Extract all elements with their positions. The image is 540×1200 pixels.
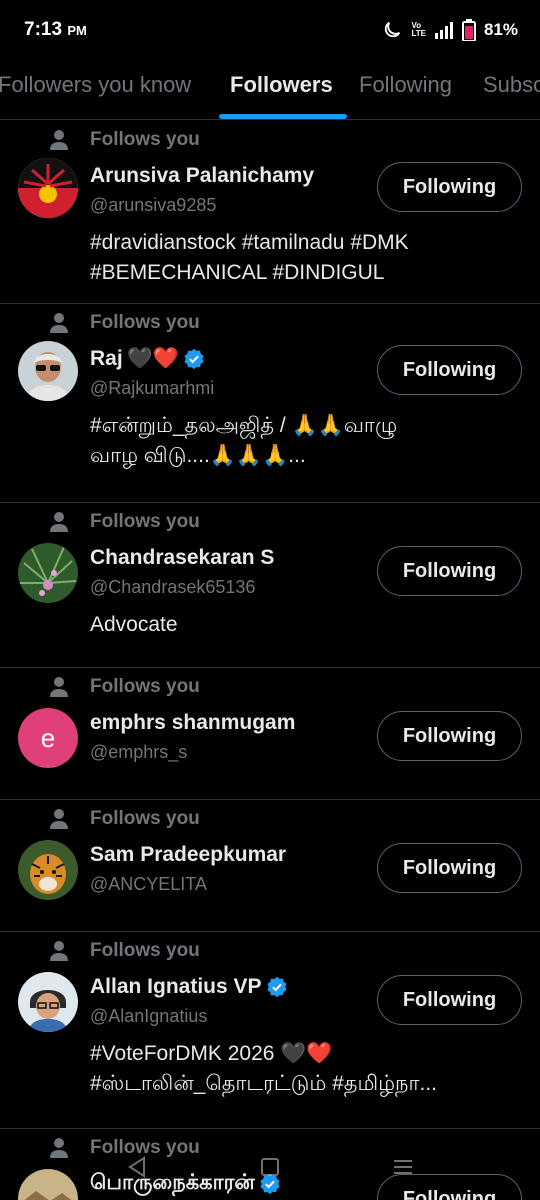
following-button[interactable]: Following [377, 345, 522, 395]
follows-you-label: Follows you [90, 312, 200, 333]
person-icon [50, 313, 68, 333]
verified-badge-icon [266, 976, 287, 998]
person-icon [50, 512, 68, 532]
follows-you-label: Follows you [90, 808, 200, 829]
battery-percent: 81% [483, 20, 518, 39]
follows-you-row: Follows you [50, 129, 522, 151]
list-item[interactable]: Follows you Chandrasekaran S @Chandrasek… [0, 503, 540, 668]
avatar[interactable]: e [18, 708, 78, 768]
status-bar: 7:13 PM Vo LTE 81% [0, 0, 540, 60]
following-button[interactable]: Following [377, 162, 522, 212]
person-icon [50, 941, 68, 961]
list-item[interactable]: Follows you Arunsiva Palanichamy @arunsi… [0, 121, 540, 304]
avatar[interactable] [18, 840, 78, 900]
avatar-letter: e [40, 722, 56, 753]
flower-photo-icon [18, 543, 78, 603]
following-button[interactable]: Following [377, 975, 522, 1025]
tab-followers[interactable]: Followers [230, 72, 333, 98]
avatar[interactable] [18, 543, 78, 603]
tiger-photo-icon [18, 840, 78, 900]
tab-bar: Followers you know Followers Following S… [0, 60, 540, 120]
battery-icon [461, 19, 476, 41]
avatar[interactable] [18, 972, 78, 1032]
follows-you-label: Follows you [90, 676, 200, 697]
name-emoji: 🖤❤️ [126, 347, 179, 370]
tab-subscriptions[interactable]: Subscriptions [483, 72, 540, 98]
list-item[interactable]: Follows you e emphrs shanmugam @emphrs_s… [0, 668, 540, 800]
follows-you-row: Follows you [50, 808, 522, 830]
user-bio: #என்றும்_தலஅஜித் / 🙏🙏வாழு வாழ விடு....🙏🙏… [90, 414, 398, 467]
person-icon [50, 130, 68, 150]
list-item[interactable]: Follows you Raj 🖤❤️ @Rajkumarhmi #என்றும்… [0, 304, 540, 503]
active-tab-indicator [219, 114, 347, 119]
cartoon-avatar-icon [18, 972, 78, 1032]
back-triangle-icon[interactable] [126, 1155, 148, 1179]
followers-list[interactable]: Follows you Arunsiva Palanichamy @arunsi… [0, 121, 540, 1200]
menu-lines-icon[interactable] [392, 1157, 414, 1177]
follows-you-label: Follows you [90, 129, 200, 150]
list-item[interactable]: Follows you Sam Pradeepkumar @ANCYELITA … [0, 800, 540, 932]
avatar[interactable] [18, 341, 78, 401]
user-bio: #dravidianstock #tamilnadu #DMK #BEMECHA… [90, 231, 409, 284]
status-time: 7:13 PM [24, 19, 87, 40]
user-bio: #VoteForDMK 2026 🖤❤️ #ஸ்டாலின்_தொடரட்டும… [90, 1042, 437, 1095]
following-button[interactable]: Following [377, 711, 522, 761]
follows-you-label: Follows you [90, 940, 200, 961]
system-nav-bar [0, 1134, 540, 1200]
avatar[interactable] [18, 158, 78, 218]
home-square-icon[interactable] [260, 1157, 280, 1177]
user-bio: Advocate [90, 613, 178, 636]
follows-you-row: Follows you [50, 312, 522, 334]
follows-you-row: Follows you [50, 940, 522, 962]
tab-followers-you-know[interactable]: Followers you know [0, 72, 191, 98]
follows-you-row: Follows you [50, 511, 522, 533]
follows-you-label: Follows you [90, 511, 200, 532]
following-button[interactable]: Following [377, 843, 522, 893]
network-label: Vo LTE [411, 21, 426, 38]
person-icon [50, 677, 68, 697]
tab-following[interactable]: Following [359, 72, 452, 98]
following-button[interactable]: Following [377, 546, 522, 596]
signal-icon [434, 22, 453, 39]
dmk-logo-icon [18, 158, 78, 218]
person-icon [50, 809, 68, 829]
list-item[interactable]: Follows you Allan Ignatius VP @AlanIgnat… [0, 932, 540, 1129]
follows-you-row: Follows you [50, 676, 522, 698]
profile-photo-icon [18, 341, 78, 401]
verified-badge-icon [184, 348, 204, 370]
status-icons: Vo LTE 81% [381, 19, 518, 41]
moon-icon [385, 21, 401, 38]
